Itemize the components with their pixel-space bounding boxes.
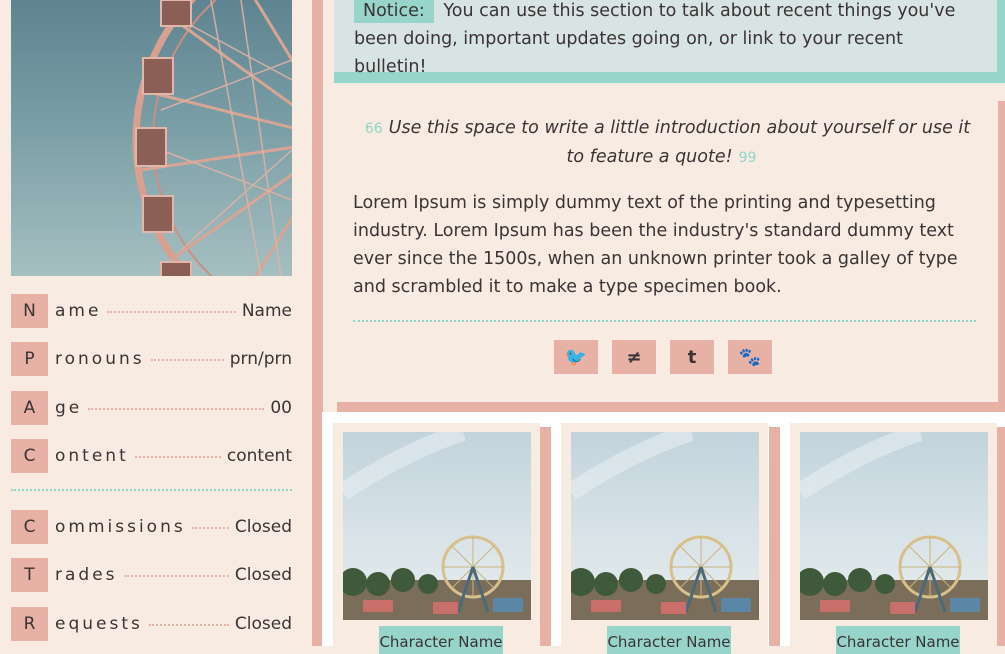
social-links: 🐦 ≠ t 🐾	[554, 340, 772, 374]
row-initial: N	[11, 294, 48, 328]
profile-row-name: N ame Name	[11, 294, 292, 328]
intro-divider	[353, 320, 976, 322]
notice-text: Notice: You can use this section to talk…	[354, 0, 974, 81]
character-card[interactable]: Character Name	[790, 423, 997, 654]
dotted-leader	[191, 527, 229, 529]
row-label: rades	[55, 565, 118, 585]
dotted-leader	[123, 575, 229, 577]
profile-row-age: A ge 00	[11, 391, 292, 425]
row-initial: T	[11, 558, 48, 592]
row-label: ronouns	[55, 349, 145, 369]
row-label: ommissions	[55, 517, 186, 537]
open-quote-icon: 66	[364, 121, 383, 137]
row-initial: R	[11, 607, 48, 641]
tumblr-icon[interactable]: t	[670, 340, 714, 374]
intro-quote: 66 Use this space to write a little intro…	[352, 114, 977, 172]
character-image	[343, 432, 531, 620]
row-label: equests	[55, 614, 143, 634]
character-card[interactable]: Character Name	[561, 423, 768, 654]
profile-row-pronouns: P ronouns prn/prn	[11, 342, 292, 376]
character-image	[800, 432, 988, 620]
character-image	[571, 432, 759, 620]
paw-icon[interactable]: 🐾	[728, 340, 772, 374]
profile-sidebar: N ame Name P ronouns prn/prn A ge 00 C o…	[0, 0, 312, 646]
row-label: ame	[55, 301, 102, 321]
row-initial: P	[11, 342, 48, 376]
card-stripe	[769, 427, 780, 646]
card-stripe	[540, 427, 551, 646]
notice-body: You can use this section to talk about r…	[354, 1, 956, 77]
dotted-leader	[134, 456, 221, 458]
card-stripe	[997, 427, 1005, 646]
status-row-trades: T rades Closed	[11, 558, 292, 592]
row-initial: C	[11, 439, 48, 473]
intro-panel: 66 Use this space to write a little intro…	[332, 92, 997, 401]
status-row-requests: R equests Closed	[11, 607, 292, 641]
dotted-leader	[88, 408, 265, 410]
status-row-commissions: C ommissions Closed	[11, 510, 292, 544]
row-initial: C	[11, 510, 48, 544]
row-value: Closed	[234, 517, 292, 537]
row-value: Closed	[234, 565, 292, 585]
row-value: 00	[270, 398, 292, 418]
sidebar-divider	[11, 489, 292, 491]
row-value: Closed	[234, 614, 292, 634]
row-initial: A	[11, 391, 48, 425]
row-value: prn/prn	[229, 349, 292, 369]
row-label: ge	[55, 398, 83, 418]
character-card[interactable]: Character Name	[333, 423, 540, 654]
notice-tag: Notice:	[354, 0, 434, 23]
close-quote-icon: 99	[738, 150, 757, 166]
character-name[interactable]: Character Name	[607, 626, 731, 654]
row-label: ontent	[55, 446, 129, 466]
dotted-leader	[148, 624, 229, 626]
quote-text: Use this space to write a little introdu…	[388, 118, 971, 167]
row-value: content	[226, 446, 292, 466]
row-value: Name	[241, 301, 292, 321]
profile-photo	[11, 0, 292, 276]
dotted-leader	[150, 359, 224, 361]
profile-row-content: C ontent content	[11, 439, 292, 473]
character-name[interactable]: Character Name	[836, 626, 960, 654]
twitter-icon[interactable]: 🐦	[554, 340, 598, 374]
character-name[interactable]: Character Name	[379, 626, 503, 654]
notice-panel: Notice: You can use this section to talk…	[334, 0, 997, 77]
dotted-leader	[107, 311, 236, 313]
intro-body: Lorem Ipsum is simply dummy text of the …	[353, 193, 958, 297]
deviantart-icon[interactable]: ≠	[612, 340, 656, 374]
